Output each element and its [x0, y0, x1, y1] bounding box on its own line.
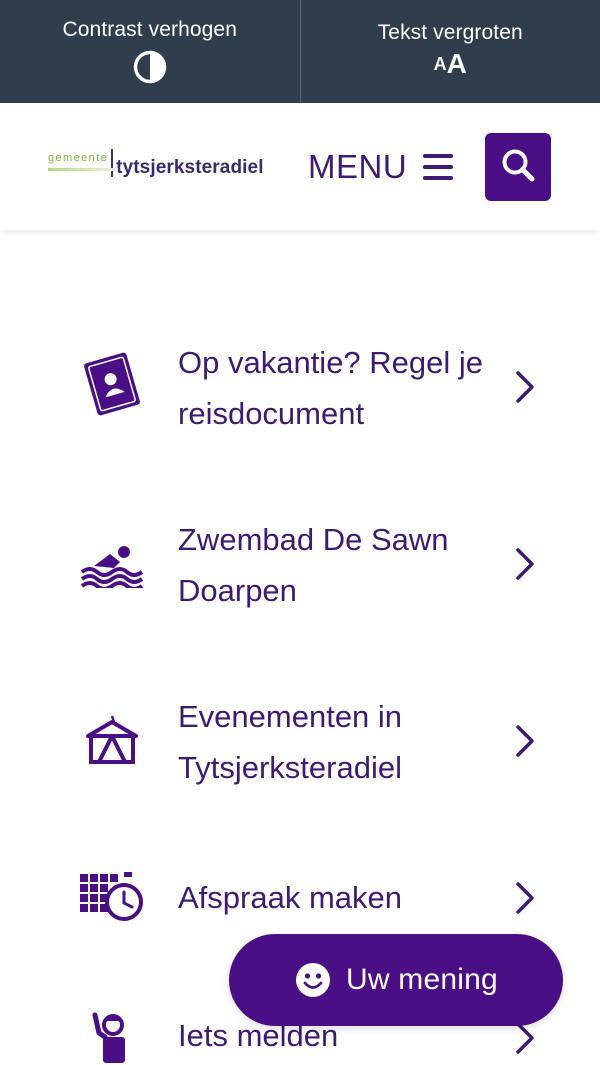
text-size-label: Tekst vergroten — [377, 21, 523, 44]
municipality-logo[interactable]: gemeente tytsjerksteradiel — [48, 149, 280, 189]
passport-icon — [80, 352, 144, 416]
chevron-right-icon — [512, 878, 538, 918]
logo-divider — [111, 149, 114, 177]
font-size-icon: AA — [433, 48, 467, 79]
chevron-right-icon — [512, 367, 538, 407]
list-item[interactable]: Evenementen in Tytsjerksteradiel — [0, 691, 600, 791]
list-item-label: Zwembad De Sawn Doarpen — [178, 522, 449, 608]
list-item[interactable]: Afspraak maken — [0, 870, 600, 926]
list-item-label: Afspraak maken — [178, 880, 402, 915]
menu-label: MENU — [308, 148, 408, 185]
list-item-label: Op vakantie? Regel je reisdocument — [178, 345, 484, 431]
site-header: gemeente tytsjerksteradiel MENU — [0, 103, 600, 230]
chevron-right-icon — [512, 544, 538, 584]
text-size-button[interactable]: Tekst vergroten AA — [299, 0, 600, 103]
search-icon — [500, 147, 536, 188]
contrast-label: Contrast verhogen — [62, 18, 237, 41]
calendar-clock-icon — [80, 866, 144, 930]
feedback-button[interactable]: Uw mening — [229, 934, 563, 1026]
logo-name-text: tytsjerksteradiel — [116, 157, 264, 178]
contrast-button[interactable]: Contrast verhogen — [0, 0, 300, 103]
chevron-right-icon — [512, 721, 538, 761]
person-report-icon — [80, 1006, 144, 1065]
hamburger-icon — [423, 154, 454, 180]
accessibility-bar: Contrast verhogen Tekst vergroten AA — [0, 0, 600, 103]
logo-small-text: gemeente — [48, 152, 109, 164]
list-item[interactable]: Zwembad De Sawn Doarpen — [0, 514, 600, 614]
list-item[interactable]: Op vakantie? Regel je reisdocument — [0, 337, 600, 437]
menu-button[interactable]: MENU — [308, 147, 454, 187]
logo-stripe — [48, 168, 118, 171]
contrast-icon — [133, 50, 167, 84]
smiley-icon — [296, 963, 330, 997]
search-button[interactable] — [485, 133, 551, 201]
swimmer-icon — [80, 534, 144, 598]
feedback-label: Uw mening — [346, 963, 498, 996]
tent-icon — [80, 709, 144, 773]
list-item-label: Evenementen in Tytsjerksteradiel — [178, 699, 403, 785]
